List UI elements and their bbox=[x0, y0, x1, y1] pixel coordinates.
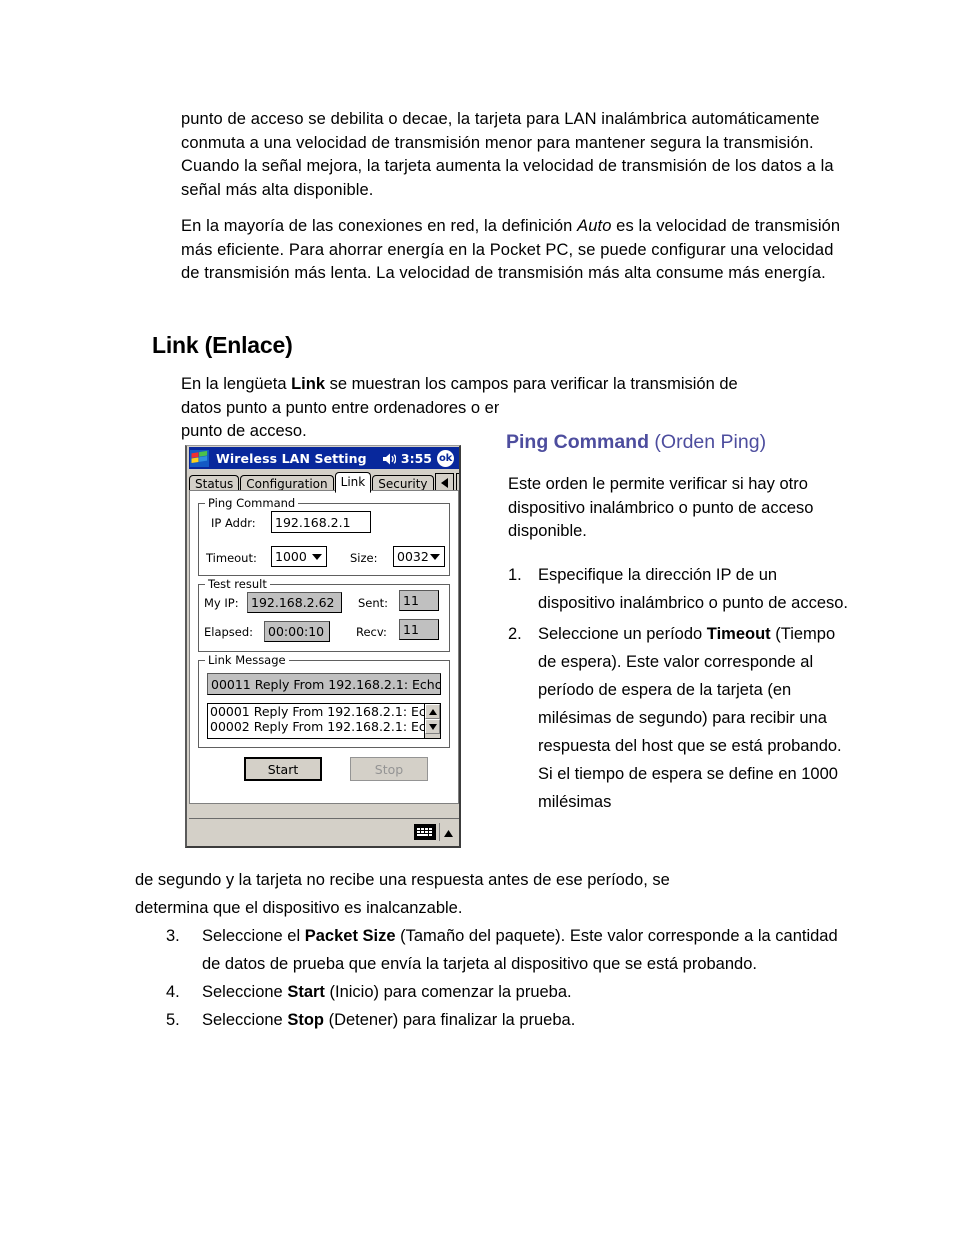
current-message-value: 00011 Reply From 192.168.2.1: Echo Size bbox=[207, 673, 441, 695]
list-item[interactable]: 00001 Reply From 192.168.2.1: Echo Siz bbox=[210, 704, 424, 719]
windows-flag-icon[interactable] bbox=[190, 449, 209, 467]
list-item-text-bold: Timeout bbox=[706, 625, 771, 643]
paragraph-4-line-1: de segundo y la tarjeta no recibe una re… bbox=[135, 871, 670, 889]
list-item-text-pre: Seleccione el bbox=[202, 927, 305, 945]
link-message-group-legend: Link Message bbox=[205, 653, 289, 667]
scroll-down-icon[interactable] bbox=[425, 719, 440, 734]
stop-button[interactable]: Stop bbox=[350, 757, 428, 781]
list-item-text-bold: Start bbox=[287, 983, 325, 1001]
paragraph-3-line-3: punto de acceso. bbox=[181, 422, 307, 440]
size-select-value: 0032 bbox=[397, 549, 429, 564]
bottom-steps-list: 3. Seleccione el Packet Size (Tamaño del… bbox=[166, 922, 856, 1034]
chevron-down-icon bbox=[312, 553, 322, 560]
list-item[interactable]: 00002 Reply From 192.168.2.1: Echo Siz bbox=[210, 719, 424, 734]
ip-addr-input[interactable]: 192.168.2.1 bbox=[271, 511, 371, 533]
pda-clock[interactable]: 3:55 bbox=[401, 451, 432, 466]
pda-title: Wireless LAN Setting bbox=[216, 450, 367, 466]
pocket-pc-screenshot-figure: Wireless LAN Setting 3:55 ok Status Conf… bbox=[185, 445, 461, 848]
paragraph-2-emphasis: Auto bbox=[577, 217, 612, 235]
pda-client-area: Ping Command IP Addr: 192.168.2.1 Timeou… bbox=[189, 490, 459, 804]
paragraph-4: de segundo y la tarjeta no recibe una re… bbox=[135, 866, 855, 922]
sent-value: 11 bbox=[399, 590, 439, 611]
paragraph-2: En la mayoría de las conexiones en red, … bbox=[181, 215, 853, 286]
ping-command-heading-translation: (Orden Ping) bbox=[649, 431, 767, 453]
pda-title-bar: Wireless LAN Setting 3:55 ok bbox=[189, 447, 459, 469]
link-message-scrollbar[interactable] bbox=[424, 704, 440, 738]
paragraph-2-part-a: En la mayoría de las conexiones en red, … bbox=[181, 217, 578, 235]
size-select[interactable]: 0032 bbox=[393, 546, 445, 567]
sent-label: Sent: bbox=[358, 596, 389, 610]
ok-button[interactable]: ok bbox=[437, 449, 454, 467]
timeout-label: Timeout: bbox=[206, 551, 257, 565]
paragraph-3-part-a: En la lengüeta bbox=[181, 375, 292, 393]
list-item: 2. Seleccione un período Timeout (Tiempo… bbox=[508, 620, 856, 816]
paragraph-3-bold-link: Link bbox=[291, 375, 326, 393]
paragraph-4-line-2: determina que el dispositivo es inalcanz… bbox=[135, 899, 463, 917]
ping-steps-list: 1. Especifique la dirección IP de un dis… bbox=[508, 561, 856, 819]
list-item: 5. Seleccione Stop (Detener) para finali… bbox=[166, 1006, 856, 1034]
list-item: 1. Especifique la dirección IP de un dis… bbox=[508, 561, 856, 617]
paragraph-3-part-b: se muestran los campos para verificar la… bbox=[325, 375, 738, 393]
list-item: 4. Seleccione Start (Inicio) para comenz… bbox=[166, 978, 856, 1006]
ping-command-group-legend: Ping Command bbox=[205, 496, 299, 510]
recv-label: Recv: bbox=[356, 625, 387, 639]
ping-command-intro: Este orden le permite verificar si hay o… bbox=[508, 475, 814, 540]
elapsed-value: 00:00:10 bbox=[264, 621, 330, 642]
list-item-number: 3. bbox=[166, 927, 180, 945]
ping-command-heading: Ping Command (Orden Ping) bbox=[506, 431, 766, 454]
chevron-down-icon bbox=[430, 553, 440, 560]
list-item-number: 4. bbox=[166, 983, 180, 1001]
recv-value: 11 bbox=[399, 619, 439, 640]
pda-title-bar-right: 3:55 ok bbox=[382, 449, 459, 467]
ip-addr-label: IP Addr: bbox=[211, 516, 256, 530]
link-message-rows: 00001 Reply From 192.168.2.1: Echo Siz 0… bbox=[208, 704, 424, 738]
section-heading: Link (Enlace) bbox=[152, 332, 293, 358]
list-item-text-post: (Inicio) para comenzar la prueba. bbox=[324, 983, 572, 1001]
list-item-text-pre: Seleccione bbox=[202, 1011, 288, 1029]
list-item-text-pre: Seleccione un período bbox=[538, 625, 707, 643]
elapsed-label: Elapsed: bbox=[204, 625, 254, 639]
list-item-number: 2. bbox=[508, 625, 522, 643]
list-item-text: Especifique la dirección IP de un dispos… bbox=[538, 566, 849, 612]
keyboard-icon[interactable] bbox=[414, 823, 436, 840]
test-result-group-legend: Test result bbox=[205, 577, 270, 591]
list-item-text-pre: Seleccione bbox=[202, 983, 288, 1001]
document-page: punto de acceso se debilita o decae, la … bbox=[0, 0, 954, 1235]
my-ip-label: My IP: bbox=[204, 596, 239, 610]
scroll-up-icon[interactable] bbox=[425, 704, 440, 719]
list-item-number: 5. bbox=[166, 1011, 180, 1029]
size-label: Size: bbox=[350, 551, 378, 565]
list-item-text-bold: Packet Size bbox=[304, 927, 396, 945]
list-item-number: 1. bbox=[508, 566, 522, 584]
link-message-group: Link Message 00011 Reply From 192.168.2.… bbox=[198, 653, 450, 748]
ping-command-heading-bold: Ping Command bbox=[506, 431, 650, 453]
paragraph-1: punto de acceso se debilita o decae, la … bbox=[181, 110, 834, 199]
caret-up-icon[interactable] bbox=[444, 822, 453, 841]
list-item-text-post: (Detener) para finalizar la prueba. bbox=[323, 1011, 576, 1029]
pda-sip-bar bbox=[189, 818, 459, 844]
list-item: 3. Seleccione el Packet Size (Tamaño del… bbox=[166, 922, 856, 978]
paragraph-3-line-2-clipped: datos punto a punto entre ordenadores o … bbox=[181, 398, 499, 417]
list-item-text-post: (Tiempo de espera). Este valor correspon… bbox=[538, 625, 842, 811]
timeout-select-value: 1000 bbox=[275, 549, 307, 564]
speaker-icon[interactable] bbox=[382, 451, 397, 465]
tab-link[interactable]: Link bbox=[334, 472, 372, 493]
list-item-text-bold: Stop bbox=[287, 1011, 324, 1029]
test-result-group: Test result My IP: 192.168.2.62 Sent: 11… bbox=[198, 577, 450, 652]
ping-command-group: Ping Command IP Addr: 192.168.2.1 Timeou… bbox=[198, 496, 450, 576]
timeout-select[interactable]: 1000 bbox=[271, 546, 327, 567]
sip-divider bbox=[439, 822, 440, 841]
link-message-listbox[interactable]: 00001 Reply From 192.168.2.1: Echo Siz 0… bbox=[207, 703, 441, 739]
start-button[interactable]: Start bbox=[244, 757, 322, 781]
my-ip-value: 192.168.2.62 bbox=[247, 592, 342, 613]
